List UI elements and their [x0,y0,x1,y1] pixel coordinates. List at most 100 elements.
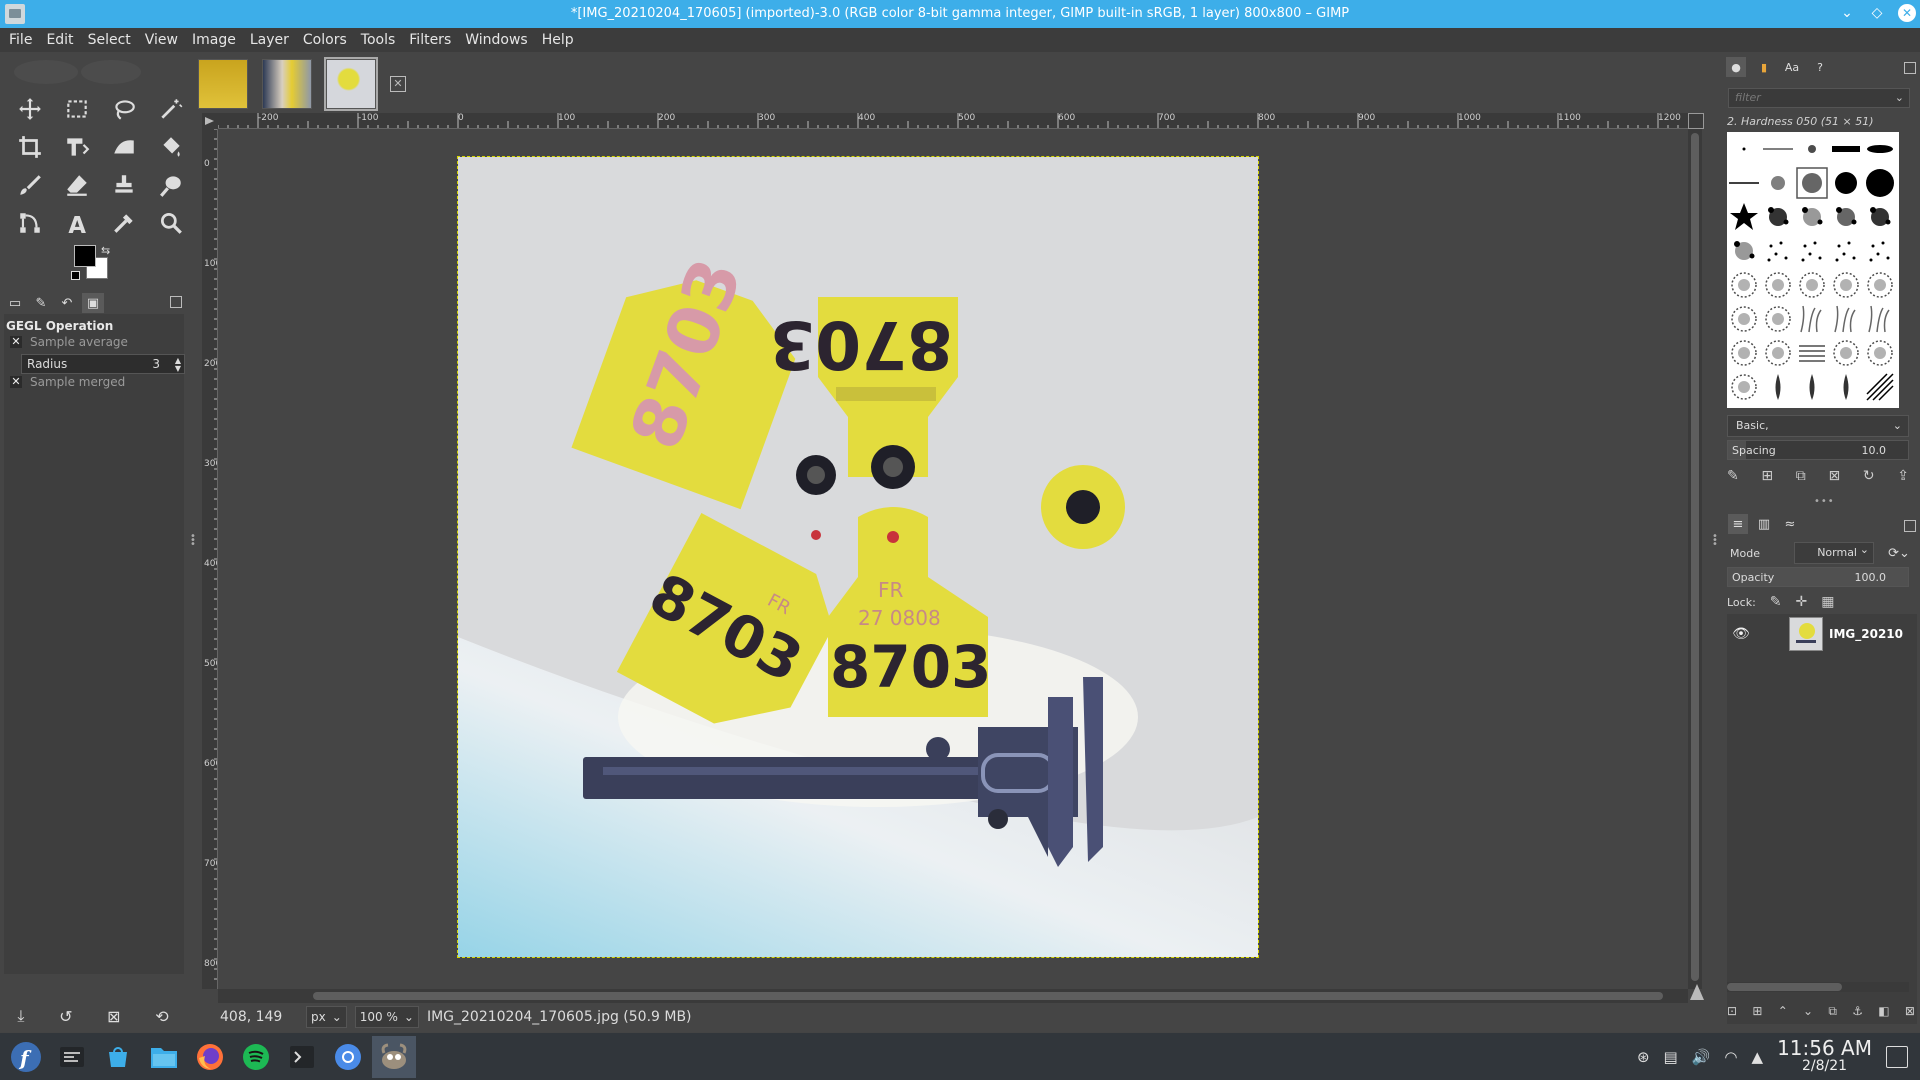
dock-menu-icon[interactable] [170,296,182,308]
unified-transform-tool-icon[interactable] [53,128,100,166]
mode-select[interactable]: Normal [1794,540,1874,564]
unit-select[interactable]: px ⌄ [306,1006,347,1028]
visibility-eye-icon[interactable]: 👁 [1727,626,1755,642]
brush-preset[interactable] [1727,336,1761,370]
lock-position-icon[interactable]: ✛ [1796,594,1808,610]
brush-preset[interactable] [1863,370,1897,404]
system-settings-icon[interactable] [50,1036,94,1078]
brush-preset[interactable] [1761,268,1795,302]
clipboard-icon[interactable]: ▤ [1664,1048,1678,1066]
brush-preset[interactable] [1829,336,1863,370]
horizontal-scrollbar[interactable] [218,989,1688,1003]
paintbrush-tool-icon[interactable] [6,166,53,204]
layers-hscrollbar[interactable] [1727,982,1909,992]
brush-filter-input[interactable]: filter ⌄ [1728,88,1910,108]
delete-layer-icon[interactable]: ⊠ [1905,1004,1915,1019]
application-launcher-icon[interactable]: f [4,1036,48,1078]
brush-preset[interactable] [1727,200,1761,234]
discover-store-icon[interactable] [96,1036,140,1078]
quick-mask-toggle[interactable] [202,113,218,129]
brush-preset[interactable] [1727,302,1761,336]
zoom-select[interactable]: 100 % ⌄ [354,1006,419,1028]
brush-tag-select[interactable]: Basic, ⌄ [1727,415,1909,437]
brush-preset[interactable] [1863,336,1897,370]
zoom-tool-icon[interactable] [147,204,194,242]
device-status-tab-icon[interactable]: ✎ [30,293,52,313]
close-button[interactable]: ✕ [1898,4,1916,22]
scrollbar-thumb[interactable] [1691,133,1699,981]
delete-options-icon[interactable]: ⊠ [107,1007,120,1026]
left-dock-handle[interactable]: • • • [190,532,196,550]
brush-preset[interactable] [1795,132,1829,166]
layer-mode-reset-icon[interactable]: ⟳⌄ [1882,546,1916,561]
warp-transform-tool-icon[interactable] [100,128,147,166]
brush-preset[interactable] [1863,302,1897,336]
spinner-arrows-icon[interactable]: ▲ ▼ [175,357,181,373]
clock[interactable]: 11:56 AM 2/8/21 [1777,1038,1872,1075]
edit-brush-icon[interactable]: ✎ [1727,468,1739,484]
brush-preset[interactable] [1863,234,1897,268]
brush-preset[interactable] [1727,132,1761,166]
brush-preset[interactable] [1727,166,1761,200]
brush-preset[interactable] [1829,370,1863,404]
raise-layer-icon[interactable]: ⌃ [1778,1004,1788,1019]
zoom-value[interactable]: 100 % [360,1010,398,1024]
new-brush-icon[interactable]: ⊞ [1761,468,1773,484]
anchor-layer-icon[interactable]: ⚓ [1852,1004,1863,1019]
gimp-taskbar-icon[interactable] [372,1036,416,1078]
crop-tool-icon[interactable] [6,128,53,166]
layer-mask-icon[interactable]: ◧ [1878,1004,1889,1019]
maximize-button[interactable]: ◇ [1868,4,1886,22]
menu-help[interactable]: Help [535,32,581,48]
brush-preset[interactable] [1863,132,1897,166]
brush-preset[interactable] [1727,268,1761,302]
swap-colors-icon[interactable]: ⇆ [101,244,110,257]
dock-menu-icon[interactable] [1904,62,1916,74]
brush-preset[interactable] [1761,132,1795,166]
menu-edit[interactable]: Edit [39,32,80,48]
fg-bg-colors[interactable]: ⇆ [71,244,116,287]
menu-filters[interactable]: Filters [402,32,458,48]
sample-merged-checkbox[interactable]: ✕ Sample merged [10,375,125,389]
sample-average-checkbox[interactable]: ✕ Sample average [10,335,128,349]
refresh-brushes-icon[interactable]: ↻ [1863,468,1875,484]
duplicate-layer-icon[interactable]: ⧉ [1828,1004,1837,1019]
updates-icon[interactable]: ⊛ [1637,1048,1650,1066]
patterns-tab-icon[interactable]: ▮ [1754,57,1774,77]
brush-preset[interactable] [1863,166,1897,200]
spotify-icon[interactable] [234,1036,278,1078]
image-canvas[interactable]: 8703 8703 FR 27 0808 8703 8703 FR [457,156,1259,958]
brush-preset[interactable] [1795,370,1829,404]
show-desktop-icon[interactable] [1886,1046,1908,1068]
default-colors-icon[interactable] [71,271,80,280]
spacing-slider[interactable]: Spacing 10.0 [1727,440,1909,460]
brush-preset[interactable] [1829,166,1863,200]
brush-preset[interactable] [1829,132,1863,166]
zoom-image-on-resize-toggle[interactable] [1688,113,1704,129]
color-picker-tool-icon[interactable] [100,204,147,242]
layers-list[interactable]: 👁 IMG_20210 [1727,614,1917,1024]
open-brush-as-image-icon[interactable]: ⇪ [1897,468,1909,484]
chevron-down-icon[interactable]: ⌄ [1895,89,1904,107]
right-dock-handle[interactable]: • • • [1712,532,1718,550]
eraser-tool-icon[interactable] [53,166,100,204]
brushes-tab-icon[interactable]: ● [1726,57,1746,77]
spacing-value[interactable]: 10.0 [1862,444,1887,457]
brush-preset[interactable] [1795,302,1829,336]
undo-history-tab-icon[interactable]: ↶ [56,293,78,313]
channels-tab-icon[interactable]: ▥ [1754,514,1774,534]
menu-select[interactable]: Select [81,32,138,48]
chromium-icon[interactable] [326,1036,370,1078]
brush-preset[interactable] [1829,234,1863,268]
lasso-tool-icon[interactable] [100,90,147,128]
brush-preset[interactable] [1795,268,1829,302]
network-wifi-icon[interactable]: ◠ [1724,1048,1737,1066]
lock-pixels-icon[interactable]: ✎ [1770,594,1782,610]
brush-preset[interactable] [1761,200,1795,234]
brush-preset[interactable] [1761,302,1795,336]
menu-windows[interactable]: Windows [458,32,535,48]
bucket-fill-tool-icon[interactable] [147,128,194,166]
menu-colors[interactable]: Colors [296,32,354,48]
canvas-area[interactable]: 8703 8703 FR 27 0808 8703 8703 FR [218,129,1688,989]
lock-alpha-icon[interactable]: ▦ [1821,594,1834,610]
